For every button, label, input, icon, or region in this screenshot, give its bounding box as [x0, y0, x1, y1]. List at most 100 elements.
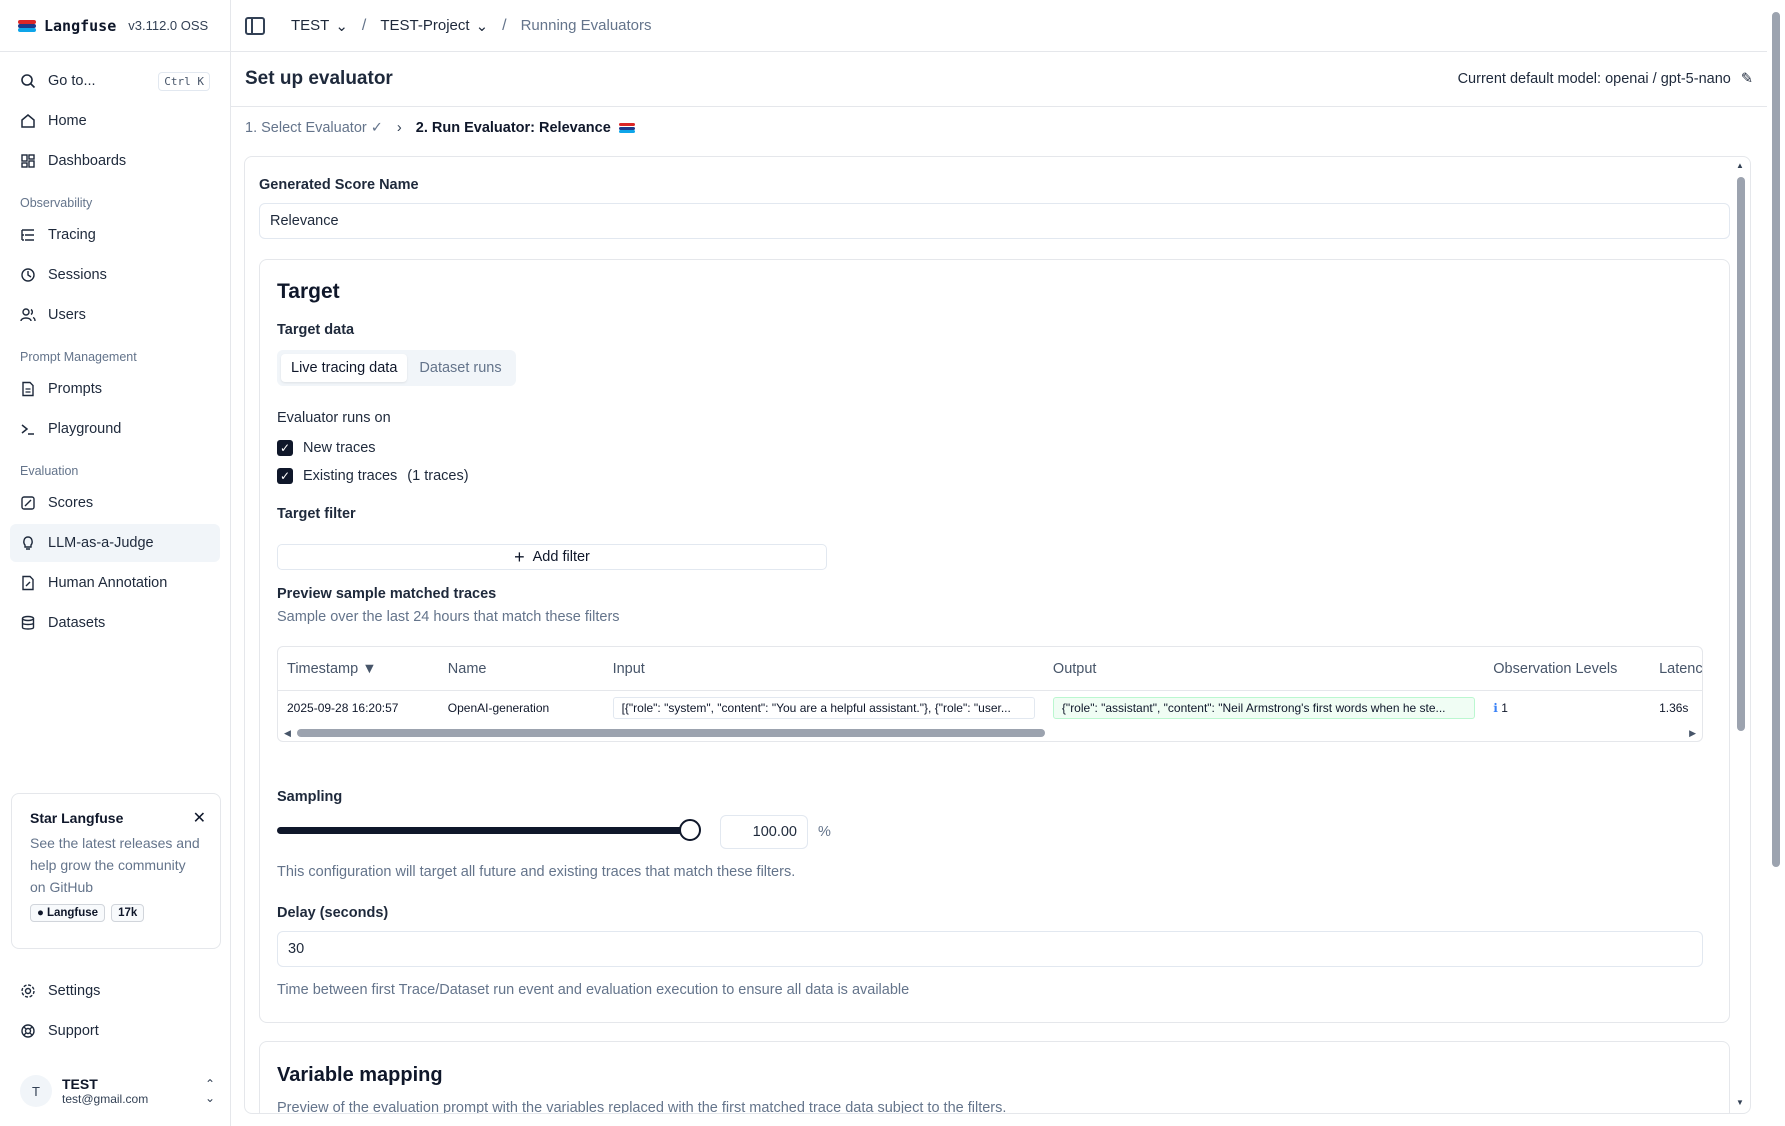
page-vertical-scrollbar[interactable]: [1767, 0, 1785, 1126]
chevron-down-icon: ⌄: [475, 17, 489, 35]
goto-search[interactable]: Go to... Ctrl K: [10, 62, 220, 100]
scroll-down-icon[interactable]: ▼: [1736, 1098, 1744, 1107]
breadcrumb-org-label: TEST: [291, 17, 330, 34]
variable-mapping-title: Variable mapping: [277, 1064, 443, 1086]
preview-subtitle: Sample over the last 24 hours that match…: [277, 609, 620, 625]
sidebar-item-settings[interactable]: Settings: [10, 972, 221, 1010]
cell-output: {"role": "assistant", "content": "Neil A…: [1044, 697, 1484, 719]
github-star-count[interactable]: 17k: [111, 904, 145, 922]
cell-latency: 1.36s: [1659, 701, 1689, 715]
target-data-tabs: Live tracing data Dataset runs: [277, 350, 516, 386]
sampling-note: This configuration will target all futur…: [277, 864, 796, 880]
sidebar-item-label: Home: [48, 113, 87, 129]
github-icon: ●: [37, 907, 44, 919]
column-header-name: Name: [447, 660, 487, 677]
star-card-body: See the latest releases and help grow th…: [30, 835, 200, 895]
github-star-button[interactable]: ● Langfuse: [30, 904, 106, 922]
sidebar-item-llm-as-a-judge[interactable]: LLM-as-a-Judge: [10, 524, 220, 562]
existing-traces-count: (1 traces): [407, 468, 469, 484]
score-name-input[interactable]: Relevance: [259, 203, 1730, 239]
breadcrumb-org[interactable]: TEST ⌄: [291, 17, 348, 35]
tab-live-tracing-data[interactable]: Live tracing data: [281, 354, 408, 382]
pencil-icon[interactable]: ✎: [1741, 71, 1753, 87]
sampling-slider-thumb[interactable]: [679, 819, 701, 841]
breadcrumb-page[interactable]: Running Evaluators: [521, 17, 652, 34]
table-row[interactable]: 2025-09-28 16:20:57 OpenAI-generation [{…: [278, 691, 1702, 725]
lifebuoy-icon: [20, 1023, 36, 1039]
step-select-evaluator[interactable]: 1. Select Evaluator ✓: [245, 120, 383, 136]
sidebar-item-support[interactable]: Support: [10, 1012, 221, 1050]
page-scroll-thumb[interactable]: [1772, 12, 1780, 867]
avatar: T: [20, 1075, 52, 1107]
sampling-slider-track: [277, 827, 691, 834]
sidebar-item-tracing[interactable]: Tracing: [10, 216, 220, 254]
close-icon[interactable]: ✕: [193, 808, 206, 828]
brand[interactable]: Langfuse v3.112.0 OSS: [0, 0, 230, 52]
user-menu[interactable]: T TEST test@gmail.com ⌃ ⌄: [20, 1075, 215, 1107]
breadcrumb-project[interactable]: TEST-Project ⌄: [380, 17, 488, 35]
sidebar-item-datasets[interactable]: Datasets: [10, 604, 220, 642]
goto-shortcut: Ctrl K: [158, 71, 210, 91]
scroll-up-icon[interactable]: ▲: [1736, 161, 1744, 170]
info-icon: ℹ: [1493, 701, 1498, 715]
sidebar-item-scores[interactable]: Scores: [10, 484, 220, 522]
target-card: Target Target data Live tracing data Dat…: [259, 259, 1730, 1023]
add-filter-label: Add filter: [532, 549, 590, 565]
sidebar-item-label: Scores: [48, 495, 94, 511]
brand-version: v3.112.0 OSS: [128, 18, 209, 33]
tab-dataset-runs[interactable]: Dataset runs: [409, 354, 511, 382]
variable-mapping-subtitle: Preview of the evaluation prompt with th…: [277, 1100, 1007, 1114]
sampling-slider[interactable]: [277, 818, 701, 842]
delay-input[interactable]: 30: [277, 931, 1703, 967]
step2-label: 2. Run Evaluator: Relevance: [415, 120, 611, 136]
github-label: Langfuse: [46, 907, 99, 919]
step1-label: 1. Select Evaluator: [245, 120, 367, 136]
sidebar-toggle-icon[interactable]: [245, 16, 265, 35]
section-observability: Observability: [20, 196, 93, 210]
user-info: TEST test@gmail.com: [62, 1076, 148, 1106]
target-filter-label: Target filter: [277, 506, 356, 522]
scroll-track: [296, 729, 1683, 737]
new-traces-checkbox[interactable]: ✓: [277, 440, 293, 456]
default-model-label: Current default model: openai / gpt-5-na…: [1457, 71, 1731, 87]
preview-table: Timestamp ▼ Name Input Output Observatio…: [277, 646, 1703, 742]
square-check-icon: [20, 495, 36, 511]
page-title: Set up evaluator: [245, 68, 393, 89]
preview-title: Preview sample matched traces: [277, 586, 497, 602]
user-email: test@gmail.com: [62, 1092, 149, 1106]
preview-table-container: Timestamp ▼ Name Input Output Observatio…: [277, 646, 1703, 742]
sidebar-item-dashboards[interactable]: Dashboards: [10, 142, 220, 180]
form-vertical-scrollbar[interactable]: ▲ ▼: [1736, 161, 1746, 1107]
scroll-right-icon[interactable]: ▶: [1689, 728, 1696, 739]
add-filter-button[interactable]: + Add filter: [277, 544, 827, 570]
sidebar-item-label: Support: [48, 1023, 99, 1039]
column-header-output: Output: [1052, 660, 1097, 677]
form-scroll-thumb[interactable]: [1737, 177, 1745, 731]
sidebar-item-users[interactable]: Users: [10, 296, 220, 334]
scroll-thumb[interactable]: [296, 729, 1046, 737]
variable-mapping-card: Variable mapping Preview of the evaluati…: [259, 1041, 1730, 1114]
scroll-left-icon[interactable]: ◀: [284, 728, 291, 739]
sidebar-item-home[interactable]: Home: [10, 102, 220, 140]
clock-icon: [20, 267, 36, 283]
sidebar-item-prompts[interactable]: Prompts: [10, 370, 220, 408]
sidebar-item-label: Dashboards: [48, 153, 127, 169]
star-card-title: Star Langfuse: [30, 810, 124, 826]
sidebar-item-label: Prompts: [48, 381, 102, 397]
column-header-observation-levels: Observation Levels: [1493, 660, 1618, 677]
existing-traces-option[interactable]: ✓ Existing traces (1 traces): [277, 462, 469, 490]
column-header-input: Input: [612, 660, 645, 677]
sampling-input[interactable]: 100.00: [720, 815, 808, 849]
search-icon: [20, 73, 36, 89]
chevron-down-icon: ⌄: [335, 17, 348, 35]
sidebar-item-human-annotation[interactable]: Human Annotation: [10, 564, 220, 602]
horizontal-scrollbar[interactable]: ◀ ▶: [278, 725, 1702, 741]
new-traces-label: New traces: [303, 440, 376, 456]
existing-traces-checkbox[interactable]: ✓: [277, 468, 293, 484]
sidebar-item-label: Settings: [48, 983, 101, 999]
new-traces-option[interactable]: ✓ New traces: [277, 434, 376, 462]
column-header-timestamp[interactable]: Timestamp ▼: [278, 661, 439, 677]
sidebar-item-sessions[interactable]: Sessions: [10, 256, 220, 294]
sidebar-item-playground[interactable]: Playground: [10, 410, 220, 448]
dashboard-icon: [20, 153, 36, 169]
